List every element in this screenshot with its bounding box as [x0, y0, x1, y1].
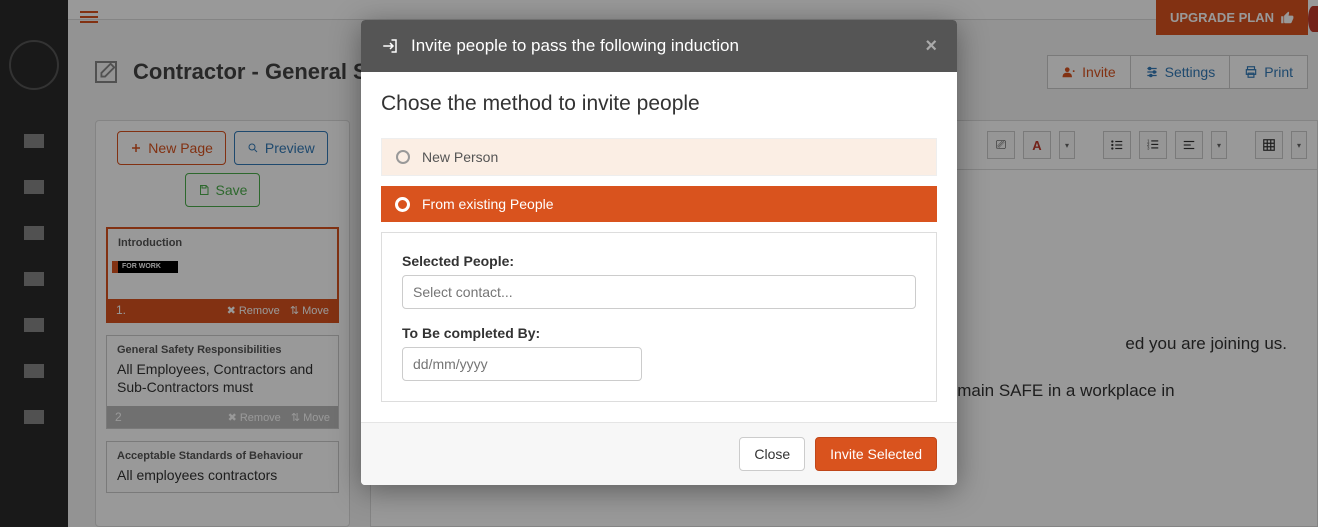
modal-footer: Close Invite Selected	[361, 422, 957, 485]
complete-by-label: To Be completed By:	[402, 325, 916, 341]
form-section: Selected People: To Be completed By:	[381, 232, 937, 402]
selected-people-label: Selected People:	[402, 253, 916, 269]
modal-header: Invite people to pass the following indu…	[361, 20, 957, 72]
option-label: From existing People	[422, 196, 554, 212]
invite-selected-button[interactable]: Invite Selected	[815, 437, 937, 471]
invite-modal: Invite people to pass the following indu…	[361, 20, 957, 485]
select-contact-input[interactable]	[402, 275, 916, 309]
close-icon[interactable]: ×	[925, 36, 937, 56]
option-new-person[interactable]: New Person	[381, 138, 937, 176]
login-icon	[381, 37, 399, 55]
option-existing-people[interactable]: From existing People	[381, 186, 937, 222]
modal-body: Chose the method to invite people New Pe…	[361, 72, 957, 422]
close-button[interactable]: Close	[739, 437, 805, 471]
modal-subheading: Chose the method to invite people	[381, 92, 937, 116]
option-label: New Person	[422, 149, 498, 165]
modal-title: Invite people to pass the following indu…	[411, 36, 739, 56]
complete-by-input[interactable]	[402, 347, 642, 381]
radio-icon	[396, 150, 410, 164]
radio-icon	[395, 197, 410, 212]
